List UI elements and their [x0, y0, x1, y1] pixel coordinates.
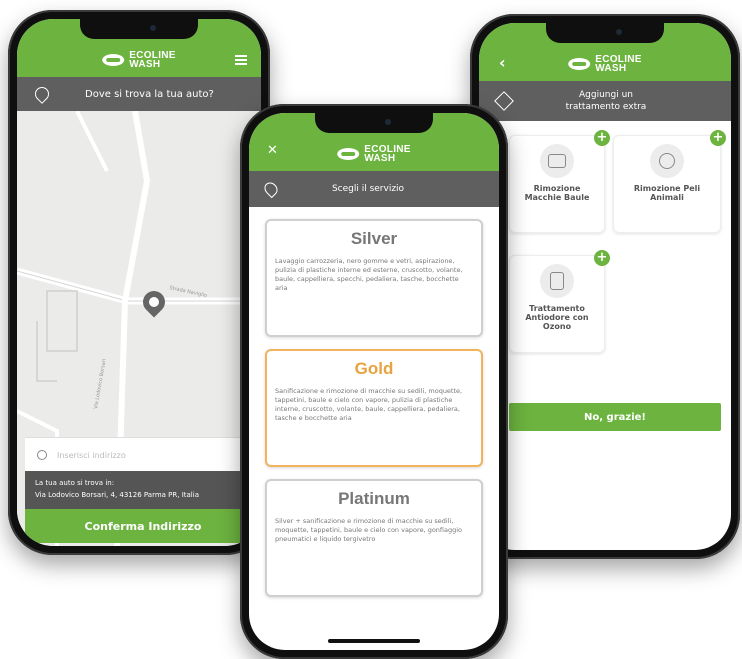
extras-title-line2: trattamento extra: [565, 102, 647, 112]
service-name: Gold: [354, 359, 394, 378]
close-icon[interactable]: ✕: [267, 143, 278, 158]
services-screen: ✕ ECOLINE WASH Scegli il servizio Silver …: [249, 113, 499, 650]
brand-logo: ECOLINE WASH: [568, 55, 642, 74]
logo-mark-icon: [102, 53, 125, 67]
extra-card-trunk[interactable]: Rimozione Macchie Baule +: [509, 130, 610, 233]
service-description: Sanificazione e rimozione di macchie su …: [275, 387, 463, 422]
address-search[interactable]: Inserisci indirizzo: [25, 437, 261, 472]
water-drop-icon: [261, 179, 281, 199]
brand-logo: ECOLINE WASH: [337, 145, 411, 164]
location-bar: Dove si trova la tua auto?: [17, 77, 261, 111]
extras-title-line1: Aggiungi un: [579, 90, 633, 100]
map-screen: ECOLINEWASH Dove si trova la tua auto?: [17, 19, 261, 546]
car-location-icon: [32, 84, 52, 104]
extras-title-bar: Aggiungi un trattamento extra: [479, 81, 731, 121]
service-description: Silver + sanificazione e rimozione di ma…: [275, 517, 463, 543]
service-description: Lavaggio carrozzeria, nero gomme e vetri…: [275, 257, 463, 292]
extras-screen: ‹ ECOLINE WASH Aggiungi un trattamento ex…: [479, 23, 731, 550]
logo-mark-icon: [568, 57, 591, 71]
car-trunk-icon: [540, 144, 574, 178]
services-title: Scegli il servizio: [331, 184, 405, 194]
search-icon: [37, 450, 47, 460]
phone-notch: [80, 19, 198, 39]
address-label: La tua auto si trova in:: [35, 479, 115, 487]
address-info: La tua auto si trova in: Via Lodovico Bo…: [25, 471, 261, 509]
location-question: Dove si trova la tua auto?: [85, 88, 214, 100]
address-value: Via Lodovico Borsari, 4, 43126 Parma PR,…: [35, 491, 199, 499]
brand-logo: ECOLINE WASH: [102, 51, 176, 70]
service-card-platinum[interactable]: Platinum Silver + sanificazione e rimozi…: [265, 479, 483, 597]
ozone-icon: [540, 264, 574, 298]
confirm-address-button[interactable]: Conferma Indirizzo: [25, 509, 261, 543]
add-extra-button[interactable]: +: [594, 130, 610, 146]
phone-notch: [546, 23, 664, 43]
phone-map: ECOLINEWASH Dove si trova la tua auto?: [8, 10, 270, 555]
pet-hair-icon: [650, 144, 684, 178]
phone-extras: ‹ ECOLINE WASH Aggiungi un trattamento ex…: [470, 14, 740, 559]
extra-card-ozone[interactable]: Trattamento Antiodore con Ozono +: [509, 250, 610, 353]
add-extra-button[interactable]: +: [594, 250, 610, 266]
menu-icon[interactable]: [235, 55, 247, 65]
phone-notch: [315, 113, 433, 133]
service-name: Platinum: [338, 489, 410, 508]
phone-services: ✕ ECOLINE WASH Scegli il servizio Silver …: [240, 104, 508, 659]
home-indicator: [328, 639, 420, 643]
search-input[interactable]: Inserisci indirizzo: [57, 451, 126, 460]
back-icon[interactable]: ‹: [499, 53, 506, 72]
services-title-bar: Scegli il servizio: [249, 171, 499, 207]
logo-mark-icon: [337, 147, 360, 161]
service-name: Silver: [350, 229, 398, 248]
no-thanks-button[interactable]: No, grazie!: [509, 403, 721, 431]
add-extra-button[interactable]: +: [710, 130, 726, 146]
extra-card-pet-hair[interactable]: Rimozione Peli Animali +: [613, 130, 726, 233]
service-card-gold[interactable]: Gold Sanificazione e rimozione di macchi…: [265, 349, 483, 467]
service-card-silver[interactable]: Silver Lavaggio carrozzeria, nero gomme …: [265, 219, 483, 337]
